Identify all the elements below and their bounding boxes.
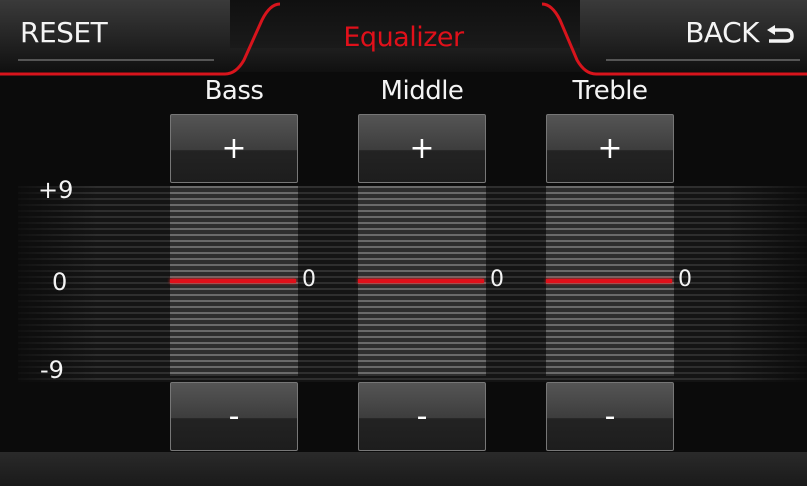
treble-decrease-button[interactable]: - (546, 382, 674, 451)
band-label-treble: Treble (572, 76, 648, 106)
axis-max-label: +9 (38, 176, 74, 204)
band-treble: Treble + 0 - (546, 76, 692, 451)
treble-increase-button[interactable]: + (546, 114, 674, 183)
axis-min-label: -9 (40, 356, 64, 384)
footer-bar (0, 452, 807, 486)
middle-increase-button[interactable]: + (358, 114, 486, 183)
return-arrow-icon (767, 24, 794, 43)
bass-level-indicator[interactable] (170, 279, 296, 283)
bass-level-value: 0 (302, 267, 316, 292)
treble-level-track[interactable]: 0 (546, 186, 692, 376)
band-bass: Bass + 0 - (170, 76, 316, 451)
back-button[interactable]: BACK (685, 16, 795, 49)
axis-mid-label: 0 (52, 268, 68, 296)
middle-level-track[interactable]: 0 (358, 186, 504, 376)
bass-level-track[interactable]: 0 (170, 186, 316, 376)
middle-level-value: 0 (490, 267, 504, 292)
band-label-middle: Middle (380, 76, 464, 106)
treble-level-value: 0 (678, 267, 692, 292)
middle-decrease-button[interactable]: - (358, 382, 486, 451)
back-label: BACK (685, 16, 759, 49)
bass-increase-button[interactable]: + (170, 114, 298, 183)
treble-level-indicator[interactable] (546, 279, 672, 283)
band-label-bass: Bass (204, 76, 264, 106)
band-middle: Middle + 0 - (358, 76, 504, 451)
middle-level-indicator[interactable] (358, 279, 484, 283)
bass-decrease-button[interactable]: - (170, 382, 298, 451)
